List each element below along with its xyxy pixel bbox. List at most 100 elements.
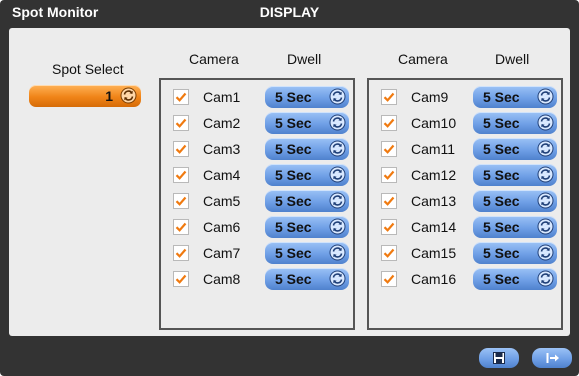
camera-row: Cam10 5 Sec	[369, 112, 565, 134]
section-title: DISPLAY	[259, 4, 320, 20]
exit-icon	[546, 353, 559, 363]
refresh-icon[interactable]	[329, 166, 346, 183]
dwell-spinner[interactable]: 5 Sec	[265, 112, 349, 134]
dwell-value: 5 Sec	[275, 89, 312, 105]
camera-name: Cam12	[411, 167, 457, 183]
refresh-icon[interactable]	[537, 166, 554, 183]
camera-enable-checkbox[interactable]	[173, 219, 189, 235]
camera-enable-checkbox[interactable]	[381, 115, 397, 131]
camera-row: Cam12 5 Sec	[369, 164, 565, 186]
spot-monitor-window: Spot Monitor DISPLAY Spot Select 1 Camer…	[0, 0, 579, 376]
dwell-spinner[interactable]: 5 Sec	[473, 164, 557, 186]
camera-enable-checkbox[interactable]	[381, 271, 397, 287]
refresh-icon[interactable]	[329, 270, 346, 287]
camera-name: Cam10	[411, 115, 457, 131]
dwell-value: 5 Sec	[483, 245, 520, 261]
dwell-value: 5 Sec	[483, 141, 520, 157]
camera-enable-checkbox[interactable]	[381, 245, 397, 261]
dwell-spinner[interactable]: 5 Sec	[265, 138, 349, 160]
camera-row: Cam9 5 Sec	[369, 86, 565, 108]
camera-enable-checkbox[interactable]	[173, 167, 189, 183]
camera-enable-checkbox[interactable]	[381, 193, 397, 209]
dwell-column-header-2: Dwell	[495, 51, 530, 67]
camera-column-header-2: Camera	[398, 51, 448, 67]
dwell-spinner[interactable]: 5 Sec	[473, 138, 557, 160]
camera-row: Cam5 5 Sec	[161, 190, 357, 212]
camera-column-header-1: Camera	[189, 51, 239, 67]
refresh-icon[interactable]	[537, 140, 554, 157]
dwell-spinner[interactable]: 5 Sec	[473, 216, 557, 238]
camera-row: Cam2 5 Sec	[161, 112, 357, 134]
camera-name: Cam16	[411, 271, 457, 287]
camera-enable-checkbox[interactable]	[173, 141, 189, 157]
dwell-spinner[interactable]: 5 Sec	[265, 216, 349, 238]
dwell-value: 5 Sec	[275, 245, 312, 261]
refresh-icon[interactable]	[329, 88, 346, 105]
spot-select-value: 1	[105, 88, 113, 104]
camera-name: Cam4	[203, 167, 241, 183]
exit-button[interactable]	[532, 348, 572, 368]
camera-enable-checkbox[interactable]	[173, 193, 189, 209]
dwell-spinner[interactable]: 5 Sec	[473, 190, 557, 212]
camera-enable-checkbox[interactable]	[173, 245, 189, 261]
camera-enable-checkbox[interactable]	[381, 89, 397, 105]
dwell-spinner[interactable]: 5 Sec	[473, 86, 557, 108]
refresh-icon[interactable]	[537, 218, 554, 235]
spot-select-spinner[interactable]: 1	[29, 85, 141, 107]
dwell-spinner[interactable]: 5 Sec	[265, 242, 349, 264]
refresh-icon[interactable]	[329, 140, 346, 157]
dwell-value: 5 Sec	[275, 141, 312, 157]
save-button[interactable]	[479, 348, 519, 368]
dwell-value: 5 Sec	[275, 193, 312, 209]
camera-name: Cam2	[203, 115, 241, 131]
refresh-icon[interactable]	[120, 87, 137, 104]
refresh-icon[interactable]	[329, 192, 346, 209]
refresh-icon[interactable]	[537, 244, 554, 261]
camera-name: Cam11	[411, 141, 456, 157]
camera-enable-checkbox[interactable]	[173, 115, 189, 131]
camera-name: Cam14	[411, 219, 457, 235]
camera-name: Cam13	[411, 193, 457, 209]
dwell-value: 5 Sec	[275, 115, 312, 131]
refresh-icon[interactable]	[537, 88, 554, 105]
camera-row: Cam13 5 Sec	[369, 190, 565, 212]
camera-enable-checkbox[interactable]	[381, 219, 397, 235]
dwell-value: 5 Sec	[483, 89, 520, 105]
title-bar: Spot Monitor DISPLAY	[0, 0, 579, 28]
camera-group-1: Cam1 5 Sec Cam2 5 Sec Cam3 5 Sec Cam4 5 Sec Cam5…	[159, 78, 355, 330]
camera-name: Cam3	[203, 141, 241, 157]
camera-enable-checkbox[interactable]	[381, 141, 397, 157]
refresh-icon[interactable]	[329, 114, 346, 131]
camera-enable-checkbox[interactable]	[381, 167, 397, 183]
camera-row: Cam6 5 Sec	[161, 216, 357, 238]
dwell-column-header-1: Dwell	[287, 51, 322, 67]
dwell-spinner[interactable]: 5 Sec	[473, 268, 557, 290]
dwell-spinner[interactable]: 5 Sec	[265, 268, 349, 290]
refresh-icon[interactable]	[537, 114, 554, 131]
dwell-spinner[interactable]: 5 Sec	[265, 190, 349, 212]
camera-row: Cam3 5 Sec	[161, 138, 357, 160]
refresh-icon[interactable]	[329, 218, 346, 235]
dwell-spinner[interactable]: 5 Sec	[265, 164, 349, 186]
camera-name: Cam7	[203, 245, 241, 261]
dwell-value: 5 Sec	[483, 271, 520, 287]
camera-row: Cam11 5 Sec	[369, 138, 565, 160]
dwell-value: 5 Sec	[275, 271, 312, 287]
camera-name: Cam8	[203, 271, 241, 287]
save-icon	[493, 352, 505, 364]
camera-row: Cam7 5 Sec	[161, 242, 357, 264]
refresh-icon[interactable]	[537, 270, 554, 287]
refresh-icon[interactable]	[329, 244, 346, 261]
camera-enable-checkbox[interactable]	[173, 89, 189, 105]
camera-name: Cam6	[203, 219, 241, 235]
dwell-value: 5 Sec	[275, 219, 312, 235]
refresh-icon[interactable]	[537, 192, 554, 209]
camera-name: Cam5	[203, 193, 241, 209]
dwell-spinner[interactable]: 5 Sec	[473, 242, 557, 264]
dwell-spinner[interactable]: 5 Sec	[265, 86, 349, 108]
dwell-value: 5 Sec	[483, 219, 520, 235]
spot-select-label: Spot Select	[52, 61, 124, 77]
camera-enable-checkbox[interactable]	[173, 271, 189, 287]
camera-name: Cam9	[411, 89, 449, 105]
dwell-spinner[interactable]: 5 Sec	[473, 112, 557, 134]
